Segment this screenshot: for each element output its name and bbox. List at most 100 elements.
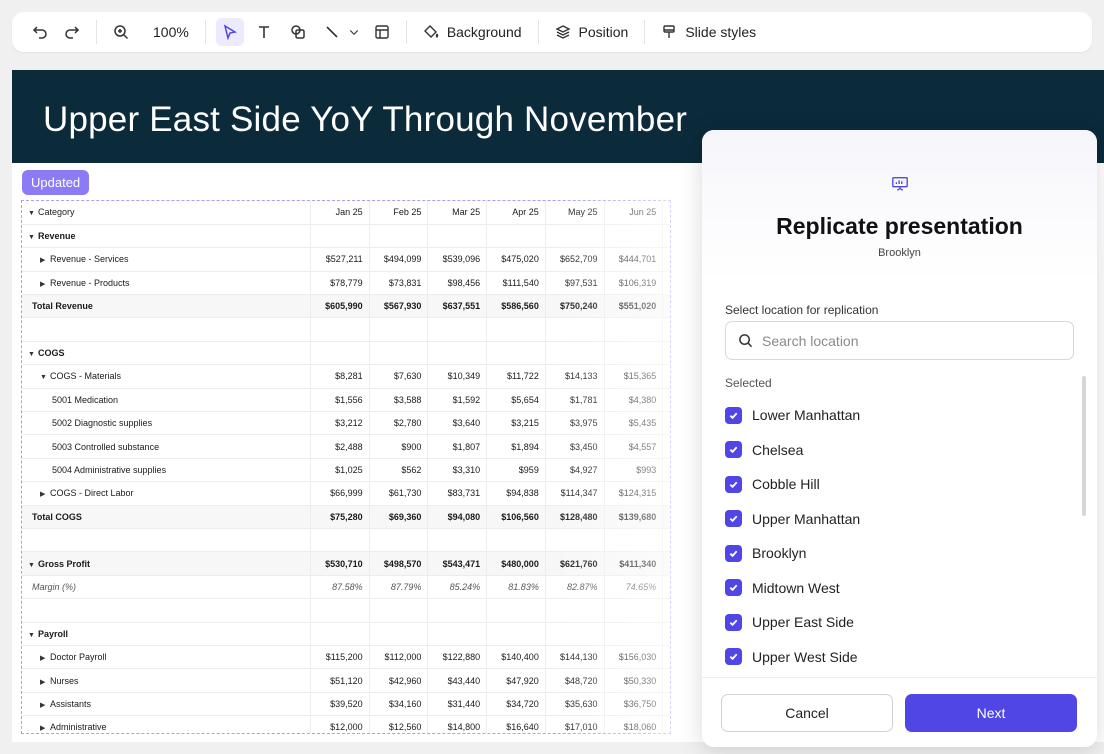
location-item[interactable]: Upper East Side bbox=[725, 605, 1065, 640]
chevron-down-icon[interactable] bbox=[346, 18, 362, 46]
collapse-icon[interactable]: ▼ bbox=[28, 351, 38, 358]
expand-icon[interactable]: ▶ bbox=[40, 280, 50, 288]
row-value bbox=[369, 341, 429, 366]
row-value: $ bbox=[662, 692, 670, 717]
collapse-icon[interactable]: ▼ bbox=[40, 374, 50, 381]
scrollbar[interactable] bbox=[1082, 376, 1086, 516]
row-value bbox=[369, 317, 429, 342]
collapse-icon[interactable]: ▼ bbox=[28, 632, 38, 639]
location-label: Chelsea bbox=[752, 441, 804, 458]
checkbox[interactable] bbox=[725, 441, 742, 459]
checkbox[interactable] bbox=[725, 579, 742, 597]
modal-title: Replicate presentation bbox=[776, 213, 1023, 239]
zoom-in-icon[interactable] bbox=[107, 18, 135, 46]
slide-styles-button[interactable]: Slide styles bbox=[655, 18, 762, 46]
zoom-level[interactable]: 100% bbox=[147, 24, 195, 40]
header-label: Apr 25 bbox=[512, 207, 539, 218]
row-label: Administrative bbox=[50, 722, 107, 733]
table-tool-icon[interactable] bbox=[368, 18, 396, 46]
background-button[interactable]: Background bbox=[417, 18, 528, 46]
table-row: ▼ Gross Profit $530,710 $498,570 $543,471 $48… bbox=[22, 551, 670, 576]
row-category: ▶ COGS - Direct Labor bbox=[22, 481, 311, 506]
row-label: Revenue - Services bbox=[50, 254, 129, 265]
expand-icon[interactable]: ▶ bbox=[40, 701, 50, 709]
position-button[interactable]: Position bbox=[549, 18, 635, 46]
checkbox[interactable] bbox=[725, 544, 742, 562]
row-value bbox=[310, 622, 370, 646]
expand-icon[interactable]: ▶ bbox=[40, 654, 50, 662]
row-value: $4 bbox=[662, 551, 670, 576]
row-value: $1,894 bbox=[486, 434, 546, 459]
row-label: Revenue bbox=[38, 231, 76, 242]
row-value: 74.65% bbox=[604, 575, 664, 600]
table-row: 5004 Administrative supplies $1,025 $562 $3… bbox=[22, 458, 670, 483]
collapse-icon[interactable]: ▼ bbox=[28, 234, 38, 241]
row-value bbox=[369, 598, 429, 623]
redo-icon[interactable] bbox=[58, 18, 86, 46]
table-row: ▶ Revenue - Services $527,211 $494,099 $539,… bbox=[22, 247, 670, 272]
location-item[interactable]: Midtown West bbox=[725, 571, 1065, 606]
location-label: Brooklyn bbox=[752, 545, 807, 562]
text-tool-icon[interactable] bbox=[250, 18, 278, 46]
row-value: $621,760 bbox=[545, 551, 605, 576]
toolbar-divider bbox=[204, 20, 206, 44]
row-value: $3,215 bbox=[486, 411, 546, 436]
row-value: $750,240 bbox=[545, 294, 605, 319]
expand-icon[interactable]: ▶ bbox=[40, 678, 50, 686]
location-item[interactable]: Upper Manhattan bbox=[725, 502, 1065, 537]
row-label: COGS - Direct Labor bbox=[50, 488, 134, 499]
row-value: $50,330 bbox=[604, 668, 664, 693]
expand-icon[interactable]: ▶ bbox=[40, 490, 50, 498]
row-label: 5001 Medication bbox=[52, 394, 119, 405]
next-button[interactable]: Next bbox=[905, 694, 1077, 732]
shapes-tool-icon[interactable] bbox=[284, 18, 312, 46]
table-row: ▼ Revenue bbox=[22, 224, 670, 249]
brush-icon bbox=[663, 25, 676, 38]
line-tool-icon[interactable] bbox=[318, 18, 346, 46]
location-item[interactable]: Cobble Hill bbox=[725, 467, 1065, 502]
row-category: Margin (%) bbox=[22, 575, 311, 600]
check-icon bbox=[729, 412, 738, 419]
row-value bbox=[662, 575, 670, 600]
row-label: Payroll bbox=[38, 628, 69, 639]
row-value: $3,640 bbox=[427, 411, 488, 436]
pnl-table-frame[interactable]: ▼ Category Jan 25 Feb 25 Mar 25 Apr 25 May 25 J… bbox=[21, 200, 671, 734]
location-item[interactable]: Brooklyn bbox=[725, 536, 1065, 571]
row-value: $10,349 bbox=[427, 364, 488, 389]
checkbox[interactable] bbox=[725, 613, 742, 631]
row-value: $494,099 bbox=[369, 247, 429, 272]
header-month: Mar 25 bbox=[427, 201, 488, 225]
search-field[interactable] bbox=[725, 321, 1074, 360]
row-label: Doctor Payroll bbox=[50, 652, 107, 663]
location-item[interactable]: Upper West Side bbox=[725, 640, 1065, 675]
collapse-icon[interactable]: ▼ bbox=[28, 562, 38, 569]
expand-icon[interactable]: ▶ bbox=[40, 724, 50, 732]
checkbox[interactable] bbox=[725, 648, 742, 666]
header-month: Apr 25 bbox=[486, 201, 546, 225]
check-icon bbox=[729, 446, 738, 454]
row-value: $61,730 bbox=[369, 481, 429, 506]
location-item[interactable]: Lower Manhattan bbox=[725, 398, 1065, 433]
header-label: Jun 25 bbox=[629, 207, 657, 218]
row-value bbox=[369, 622, 429, 646]
row-value: $34,160 bbox=[369, 692, 429, 717]
row-value: $3,588 bbox=[369, 388, 429, 413]
row-value bbox=[486, 224, 546, 249]
row-value: $124,315 bbox=[604, 481, 664, 506]
checkbox[interactable] bbox=[725, 475, 742, 493]
undo-icon[interactable] bbox=[26, 18, 54, 46]
location-item[interactable]: Chelsea bbox=[725, 433, 1065, 468]
collapse-toggle-icon[interactable]: ▼ bbox=[28, 210, 38, 217]
checkbox[interactable] bbox=[725, 510, 742, 528]
select-tool-icon[interactable] bbox=[215, 18, 244, 46]
search-input[interactable] bbox=[762, 332, 1042, 349]
checkbox[interactable] bbox=[725, 406, 742, 424]
row-value: $ bbox=[662, 645, 670, 670]
expand-icon[interactable]: ▶ bbox=[40, 256, 50, 264]
cancel-button[interactable]: Cancel bbox=[721, 694, 893, 732]
row-value: $128,480 bbox=[545, 504, 605, 529]
header-label: Category bbox=[38, 207, 75, 218]
row-value: $12,000 bbox=[310, 715, 370, 733]
table-row: 5003 Controlled substance $2,488 $900 $1,80… bbox=[22, 434, 670, 459]
table-row bbox=[22, 598, 670, 623]
